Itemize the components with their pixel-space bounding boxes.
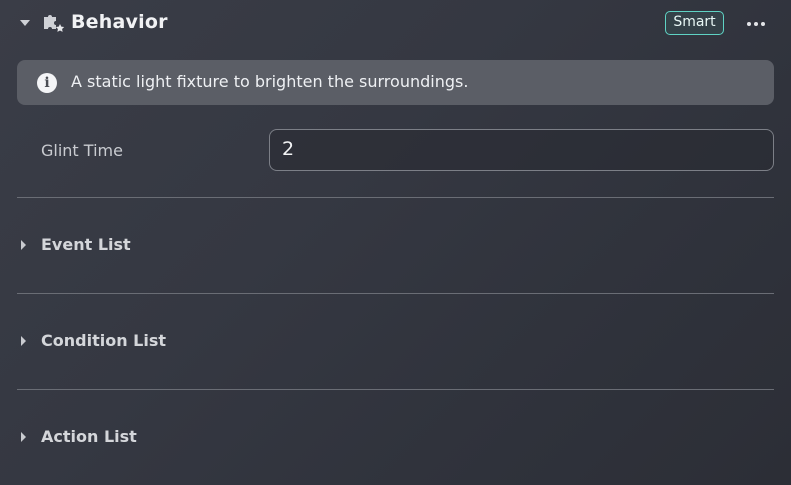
glint-time-input[interactable]: 2 <box>269 129 774 171</box>
panel-title: Behavior <box>71 11 168 33</box>
divider <box>17 293 774 294</box>
more-icon[interactable] <box>744 14 768 32</box>
section-event-list[interactable]: Event List <box>17 226 774 266</box>
section-action-list[interactable]: Action List <box>17 418 774 458</box>
info-icon: i <box>37 73 57 93</box>
behavior-panel: Behavior Smart i A static light fixture … <box>0 0 791 485</box>
description-box: i A static light fixture to brighten the… <box>17 60 774 105</box>
section-label: Condition List <box>41 331 166 350</box>
divider <box>17 389 774 390</box>
description-text: A static light fixture to brighten the s… <box>71 72 469 91</box>
puzzle-icon <box>41 13 65 35</box>
glint-time-label: Glint Time <box>41 141 123 160</box>
smart-badge: Smart <box>665 11 724 35</box>
caret-right-icon <box>21 336 26 346</box>
caret-right-icon <box>21 432 26 442</box>
divider <box>17 197 774 198</box>
caret-right-icon <box>21 240 26 250</box>
section-label: Event List <box>41 235 131 254</box>
caret-down-icon[interactable] <box>20 20 30 26</box>
panel-header: Behavior Smart <box>0 0 791 48</box>
section-condition-list[interactable]: Condition List <box>17 322 774 362</box>
section-label: Action List <box>41 427 137 446</box>
